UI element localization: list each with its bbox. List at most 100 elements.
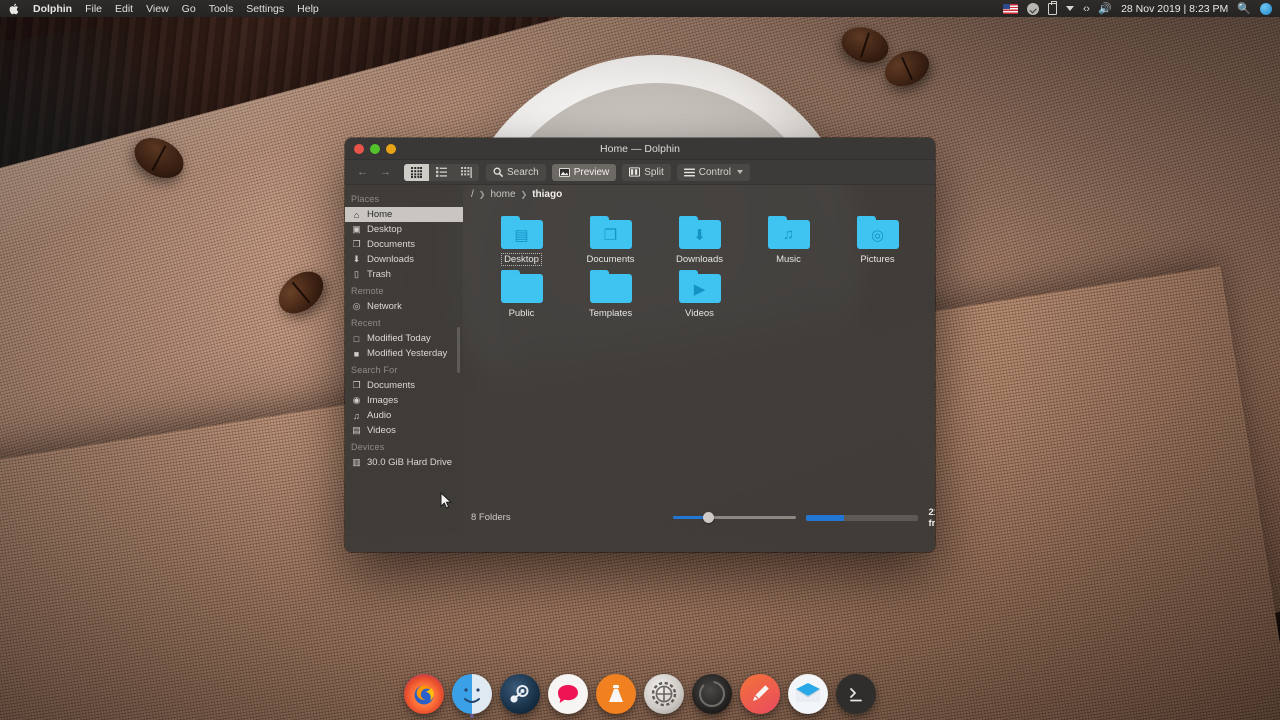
sidebar-item-search-images[interactable]: ◉ Images [345,393,463,408]
places-sidebar[interactable]: Places ⌂ Home ▣ Desktop ❐ Documents ⬇ Do… [345,185,463,530]
menu-go[interactable]: Go [182,3,196,15]
file-item-pictures[interactable]: ◎ Pictures [833,212,922,266]
menu-tools[interactable]: Tools [209,3,234,15]
dock-item-mail[interactable] [788,674,828,714]
terminal-icon [836,674,876,714]
forward-button[interactable]: → [375,164,396,181]
dock-item-steam[interactable] [500,674,540,714]
sidebar-scrollbar[interactable] [457,327,460,373]
calendar-yesterday-icon: ■ [353,348,360,359]
finder-icon [452,674,492,714]
clipboard-icon[interactable] [1048,0,1058,15]
file-label: Templates [588,308,633,319]
list-view-button[interactable] [429,164,454,181]
zoom-slider[interactable] [673,512,796,523]
control-button-label: Control [698,166,731,178]
details-view-button[interactable] [454,164,479,181]
file-label: Pictures [860,254,895,265]
file-item-desktop[interactable]: ▤ Desktop [477,212,566,266]
folder-music-icon: ♫ [767,216,810,249]
top-menu-bar: Dolphin File Edit View Go Tools Settings… [0,0,1280,17]
window-toolbar: ← → Search Preview Split Control [345,160,935,185]
back-button[interactable]: ← [352,164,373,181]
apple-logo-icon[interactable] [9,3,20,15]
folder-pictures-icon: ◎ [856,216,899,249]
breadcrumb-separator: ❯ [520,190,528,199]
images-icon: ◉ [352,395,361,405]
preview-button[interactable]: Preview [551,163,617,181]
menu-file[interactable]: File [85,3,102,15]
dock-item-vlc[interactable] [596,674,636,714]
network-icon[interactable]: ‹› [1083,3,1090,15]
dock-item-chat[interactable] [548,674,588,714]
folder-documents-icon: ❐ [589,216,632,249]
sidebar-item-downloads[interactable]: ⬇ Downloads [345,252,463,267]
sidebar-item-modified-yesterday[interactable]: ■ Modified Yesterday [345,346,463,361]
file-item-music[interactable]: ♫ Music [744,212,833,266]
free-space-label: 21.1 GiB free [928,506,935,529]
sidebar-item-label: Trash [367,269,391,280]
navigation-buttons: ← → [352,164,396,181]
menu-edit[interactable]: Edit [115,3,133,15]
sidebar-item-label: Documents [367,239,416,250]
menu-settings[interactable]: Settings [246,3,284,15]
dock-item-finder[interactable] [452,674,492,718]
sidebar-item-search-videos[interactable]: ▤ Videos [345,423,463,438]
sidebar-item-home[interactable]: ⌂ Home [345,207,463,222]
sidebar-item-search-audio[interactable]: ♫ Audio [345,408,463,423]
user-avatar-icon[interactable] [1260,2,1272,15]
file-item-downloads[interactable]: ⬇ Downloads [655,212,744,266]
search-icon[interactable]: 🔍 [1237,2,1251,15]
trash-icon: ▯ [354,269,359,279]
breadcrumb-item-current[interactable]: thiago [532,189,562,200]
checkmark-icon[interactable] [1027,2,1040,15]
menu-help[interactable]: Help [297,3,319,15]
sidebar-item-documents[interactable]: ❐ Documents [345,237,463,252]
dock-item-editor[interactable] [740,674,780,714]
us-flag-icon[interactable] [1003,3,1019,14]
dock-item-settings[interactable] [644,674,684,714]
icons-view-button[interactable] [404,163,429,181]
sidebar-item-trash[interactable]: ▯ Trash [345,267,463,282]
hard-drive-icon: ▥ [352,457,361,467]
folder-glyph: ❐ [603,226,618,244]
menubar-app-name[interactable]: Dolphin [33,3,72,15]
window-titlebar[interactable]: Home — Dolphin [345,138,935,160]
mouse-cursor [440,492,453,509]
sidebar-item-hard-drive[interactable]: ▥ 30.0 GiB Hard Drive [345,455,463,470]
dolphin-window[interactable]: Home — Dolphin ← → Search Preview Split … [345,138,935,552]
volume-icon[interactable]: 🔊 [1098,2,1112,15]
file-item-public[interactable]: Public [477,266,566,320]
sidebar-item-desktop[interactable]: ▣ Desktop [345,222,463,237]
breadcrumb-root[interactable]: / [471,189,474,200]
breadcrumb-item-home[interactable]: home [490,189,515,200]
network-icon: ◎ [352,301,361,311]
sidebar-item-modified-today[interactable]: □ Modified Today [345,331,463,346]
dock-item-terminal[interactable] [836,674,876,714]
split-button[interactable]: Split [622,163,671,181]
search-button[interactable]: Search [486,163,546,181]
sidebar-item-search-documents[interactable]: ❐ Documents [345,378,463,393]
dock-item-firefox[interactable] [404,674,444,714]
sidebar-item-label: Documents [367,380,416,391]
menu-view[interactable]: View [146,3,169,15]
folder-public-icon [500,270,543,303]
sidebar-section-remote: Remote [351,286,384,296]
file-item-templates[interactable]: Templates [566,266,655,320]
zoom-slider-handle[interactable] [703,512,714,523]
dock-item-dark-app[interactable] [692,674,732,714]
folder-glyph: ▶ [693,280,706,298]
breadcrumb[interactable]: / ❯ home ❯ thiago [463,185,935,204]
grid-icon [411,166,422,178]
chevron-down-icon[interactable] [1066,6,1075,11]
folder-glyph: ◎ [870,226,885,244]
control-button[interactable]: Control [676,163,750,181]
sidebar-item-network[interactable]: ◎ Network [345,299,463,314]
file-label: Music [776,254,801,265]
preview-icon-svg [558,167,570,177]
file-item-documents[interactable]: ❐ Documents [566,212,655,266]
documents-icon: ❐ [352,239,361,249]
file-item-videos[interactable]: ▶ Videos [655,266,744,320]
datetime-label[interactable]: 28 Nov 2019 | 8:23 PM [1121,3,1228,15]
audio-icon: ♫ [353,410,360,421]
